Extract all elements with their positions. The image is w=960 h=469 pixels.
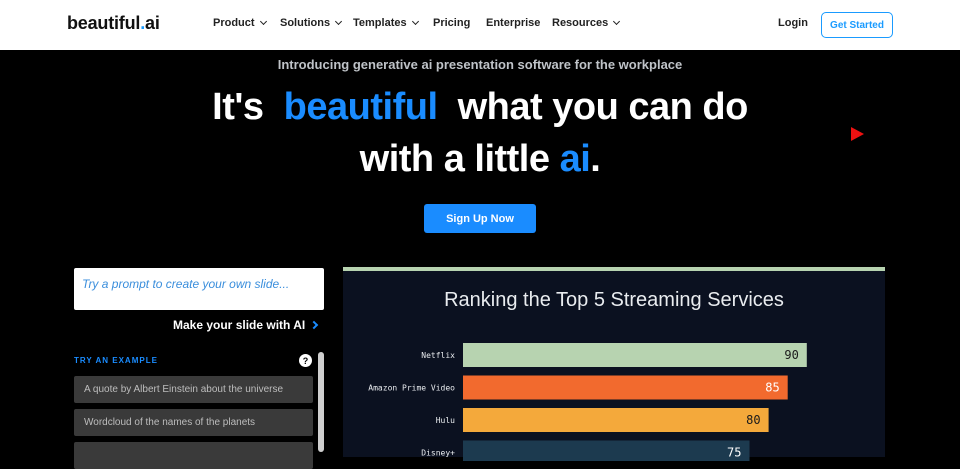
chevron-down-icon xyxy=(259,17,267,26)
headline-period: . xyxy=(590,138,601,180)
prompt-input[interactable]: Try a prompt to create your own slide... xyxy=(74,268,324,310)
play-icon[interactable] xyxy=(851,127,864,141)
example-prompt[interactable]: Wordcloud of the names of the planets xyxy=(74,409,313,436)
chevron-down-icon xyxy=(335,17,343,26)
headline-word: It's xyxy=(212,86,264,128)
bar-value-label: 75 xyxy=(727,446,741,460)
slide-preview: Ranking the Top 5 Streaming Services Net… xyxy=(343,267,885,461)
nav-templates[interactable]: Templates xyxy=(353,17,419,29)
nav-product[interactable]: Product xyxy=(213,17,267,29)
bar-value-label: 90 xyxy=(784,348,798,362)
chevron-down-icon xyxy=(411,17,419,26)
try-example-label: TRY AN EXAMPLE xyxy=(74,356,158,365)
chart-bar xyxy=(463,375,788,400)
nav-resources-label: Resources xyxy=(552,17,609,29)
headline-word: what you can do xyxy=(457,86,749,128)
bar-chart: Netflix 90 Amazon Prime Video 85 Hulu 80 Disne… xyxy=(368,343,807,461)
nav-enterprise-label: Enterprise xyxy=(486,17,541,29)
nav-pricing-label: Pricing xyxy=(433,17,471,29)
nav-pricing[interactable]: Pricing xyxy=(433,17,470,29)
hero-headline-line2: with a little ai. xyxy=(0,138,960,181)
get-started-button[interactable]: Get Started xyxy=(821,12,893,38)
chevron-right-icon xyxy=(310,320,319,330)
chart-bar xyxy=(463,440,750,461)
logo-text: beautiful xyxy=(67,13,141,33)
headline-ai: ai xyxy=(559,138,591,180)
category-label: Amazon Prime Video xyxy=(368,384,455,393)
nav-solutions[interactable]: Solutions xyxy=(280,17,343,29)
chevron-down-icon xyxy=(613,17,621,26)
example-prompt[interactable]: A quote by Albert Einstein about the uni… xyxy=(74,376,313,403)
scrollbar-thumb[interactable] xyxy=(318,352,324,452)
bar-value-label: 80 xyxy=(746,413,760,427)
make-slide-label: Make your slide with AI xyxy=(173,318,306,332)
example-prompt[interactable] xyxy=(74,442,313,469)
headline-highlight: beautiful xyxy=(283,86,438,128)
nav-solutions-label: Solutions xyxy=(280,17,331,29)
hero-headline-line1: It's beautiful what you can do xyxy=(0,86,960,129)
nav-product-label: Product xyxy=(213,17,255,29)
bar-value-label: 85 xyxy=(765,381,779,395)
login-link[interactable]: Login xyxy=(778,17,808,29)
top-navigation: beautiful.ai Product Solutions Templates… xyxy=(0,0,960,50)
logo-ai: ai xyxy=(145,13,160,33)
hero-intro: Introducing generative ai presentation s… xyxy=(277,57,683,72)
make-slide-button[interactable]: Make your slide with AI xyxy=(173,318,319,332)
category-label: Hulu xyxy=(436,416,455,425)
nav-templates-label: Templates xyxy=(353,17,407,29)
headline-word: with a little xyxy=(359,138,550,180)
help-icon[interactable]: ? xyxy=(299,354,312,367)
chart-bar xyxy=(463,343,807,367)
sign-up-button[interactable]: Sign Up Now xyxy=(424,204,536,233)
logo[interactable]: beautiful.ai xyxy=(67,13,160,34)
nav-enterprise[interactable]: Enterprise xyxy=(486,17,540,29)
chart-bar xyxy=(463,408,769,432)
category-label: Disney+ xyxy=(421,449,455,458)
category-label: Netflix xyxy=(421,351,455,360)
nav-resources[interactable]: Resources xyxy=(552,17,621,29)
